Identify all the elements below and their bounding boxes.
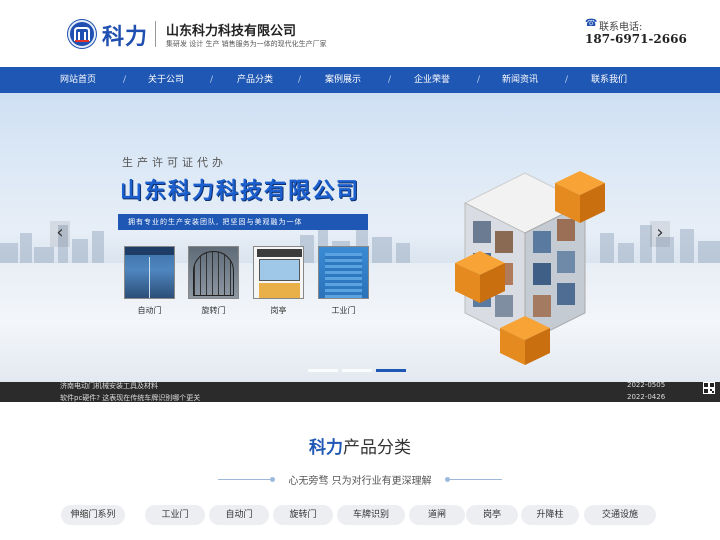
section-title-rest: 产品分类 — [343, 438, 411, 458]
nav-separator: / — [477, 75, 481, 85]
header: 科力 山东科力科技有限公司 集研发 设计 生产 销售服务为一体的现代化生产厂家 … — [0, 0, 720, 67]
nav-separator: / — [210, 75, 214, 85]
section-title-accent: 科力 — [309, 438, 343, 458]
nav-item-products[interactable]: 产品分类 — [237, 67, 273, 93]
category-button[interactable]: 岗亭 — [466, 505, 518, 525]
photo-cube-image — [455, 171, 605, 365]
company-name: 山东科力科技有限公司 — [166, 24, 297, 39]
industrial-door-image[interactable] — [318, 246, 369, 299]
logo-icon[interactable] — [68, 20, 96, 48]
page: 科力 山东科力科技有限公司 集研发 设计 生产 销售服务为一体的现代化生产厂家 … — [0, 0, 720, 540]
booth-image[interactable] — [253, 246, 304, 299]
category-button[interactable]: 车牌识别 — [337, 505, 405, 525]
nav-separator: / — [388, 75, 392, 85]
nav-item-honors[interactable]: 企业荣誉 — [414, 67, 450, 93]
category-button[interactable]: 旋转门 — [273, 505, 333, 525]
news-date: 2022-0505 — [627, 382, 666, 389]
nav-item-news[interactable]: 新闻资讯 — [502, 67, 538, 93]
product-label-industrial-door: 工业门 — [331, 306, 356, 315]
news-ticker: 济南电动门机械安装工具及材料 2022-0505 软件pc硬件? 这表现在传统车… — [0, 382, 720, 402]
slide-dot[interactable] — [342, 369, 372, 372]
news-item[interactable]: 软件pc硬件? 这表现在传统车牌识别哪个更关 — [60, 393, 200, 402]
logo-text[interactable]: 科力 — [102, 19, 148, 51]
subtitle-line-right — [448, 479, 502, 480]
auto-door-image[interactable] — [124, 246, 175, 299]
slide-dot-active[interactable] — [376, 369, 406, 372]
phone-icon: ☎ — [585, 18, 598, 29]
category-button[interactable]: 交通设施 — [584, 505, 656, 525]
nav-item-cases[interactable]: 案例展示 — [325, 67, 361, 93]
category-button[interactable]: 道闸 — [409, 505, 465, 525]
category-button[interactable]: 工业门 — [145, 505, 205, 525]
product-label-auto-door: 自动门 — [137, 306, 162, 315]
nav-item-about[interactable]: 关于公司 — [148, 67, 184, 93]
product-label-revolving-door: 旋转门 — [201, 306, 226, 315]
banner-ribbon: 拥有专业的生产安装团队, 把坚固与美观融为一体 — [118, 214, 368, 230]
category-button[interactable]: 自动门 — [209, 505, 269, 525]
main-nav: 网站首页 / 关于公司 / 产品分类 / 案例展示 / 企业荣誉 / 新闻资讯 … — [0, 67, 720, 93]
qr-code-icon[interactable] — [703, 382, 715, 394]
nav-separator: / — [123, 75, 127, 85]
phone-label: 联系电话: — [599, 22, 643, 33]
nav-separator: / — [298, 75, 302, 85]
nav-separator: / — [565, 75, 569, 85]
chevron-left-icon[interactable]: ‹ — [50, 221, 70, 247]
slide-dot[interactable] — [308, 369, 338, 372]
logo-divider — [155, 21, 156, 47]
company-slogan: 集研发 设计 生产 销售服务为一体的现代化生产厂家 — [166, 40, 327, 48]
chevron-right-icon[interactable]: › — [650, 221, 670, 247]
revolving-door-image[interactable] — [188, 246, 239, 299]
news-item[interactable]: 济南电动门机械安装工具及材料 — [60, 382, 158, 391]
banner-title: 山东科力科技有限公司 — [120, 179, 361, 204]
nav-item-contact[interactable]: 联系我们 — [591, 67, 627, 93]
category-button[interactable]: 伸缩门系列 — [61, 505, 125, 525]
product-label-booth: 岗亭 — [270, 306, 287, 315]
nav-item-home[interactable]: 网站首页 — [60, 67, 96, 93]
banner-subtitle: 生产许可证代办 — [122, 156, 227, 169]
banner-slider[interactable]: 生产许可证代办 山东科力科技有限公司 拥有专业的生产安装团队, 把坚固与美观融为… — [0, 93, 720, 382]
phone-number[interactable]: 187-6971-2666 — [585, 32, 687, 46]
section-subtitle: 心无旁骛 只为对行业有更深理解 — [288, 476, 432, 487]
category-button[interactable]: 升降柱 — [521, 505, 579, 525]
section-title: 科力产品分类 — [0, 433, 720, 458]
news-date: 2022-0426 — [627, 393, 666, 401]
